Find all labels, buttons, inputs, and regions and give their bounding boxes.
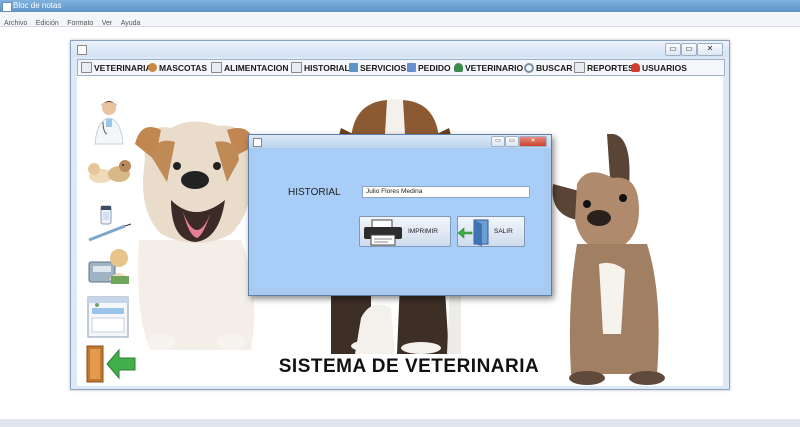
printer-icon — [364, 219, 402, 245]
dialog-close-button[interactable]: ✕ — [519, 136, 547, 147]
notepad-title: Bloc de notas — [13, 1, 62, 10]
bulldog-image — [135, 121, 255, 350]
dialog-maximize-button[interactable]: ▭ — [505, 136, 519, 147]
print-button[interactable]: IMPRIMIR — [359, 216, 451, 247]
dialog-title-bar: ▭ ▭ ✕ — [249, 135, 551, 148]
user-red-icon — [631, 63, 640, 72]
historial-dialog: ▭ ▭ ✕ HISTORIAL IMPRIMIR SALIR — [248, 134, 552, 296]
pets-icon[interactable] — [85, 154, 133, 198]
menu-veterinaria[interactable]: VETERINARIA — [81, 60, 152, 75]
notepad-title-bar: Bloc de notas — [0, 0, 800, 12]
app-title-bar: ▭ ▭ ✕ — [71, 41, 729, 57]
notepad-menubar: Archivo Edición Formato Ver Ayuda — [0, 12, 800, 27]
menu-servicios[interactable]: SERVICIOS — [349, 60, 406, 75]
french-bulldog-image — [552, 134, 665, 385]
patient-name-input[interactable] — [362, 186, 530, 198]
exit-door-icon — [458, 219, 489, 246]
menu-alimentacion[interactable]: ALIMENTACION — [211, 60, 289, 75]
print-button-label: IMPRIMIR — [408, 228, 438, 235]
document-icon — [81, 62, 92, 73]
exit-button[interactable]: SALIR — [457, 216, 525, 247]
dialog-body: HISTORIAL IMPRIMIR SALIR — [254, 149, 544, 289]
menu-reportes[interactable]: REPORTES — [574, 60, 634, 75]
dialog-window-icon — [253, 138, 262, 147]
document-icon — [574, 62, 585, 73]
notepad-icon — [2, 2, 12, 12]
document-icon — [211, 62, 222, 73]
menu-historial[interactable]: HISTORIAL — [291, 60, 350, 75]
clipboard-icon — [407, 63, 416, 72]
document-icon — [291, 62, 302, 73]
menu-pedido[interactable]: PEDIDO — [407, 60, 451, 75]
menu-mascotas[interactable]: MASCOTAS — [148, 60, 207, 75]
menu-veterinario[interactable]: VETERINARIO — [454, 60, 523, 75]
app-window-icon — [77, 45, 87, 55]
close-button[interactable]: ✕ — [697, 43, 723, 56]
app-menubar: VETERINARIA MASCOTAS ALIMENTACION HISTOR… — [77, 59, 725, 76]
menu-usuarios[interactable]: USUARIOS — [631, 60, 687, 75]
system-title: SISTEMA DE VETERINARIA — [278, 356, 540, 377]
tray-icon — [349, 63, 358, 72]
magnifier-icon — [524, 62, 534, 73]
exit-button-label: SALIR — [494, 228, 513, 235]
payment-icon[interactable] — [85, 246, 133, 290]
doctor-icon[interactable] — [85, 98, 133, 145]
historial-label: HISTORIAL — [288, 187, 341, 198]
notepad-status-bar — [0, 419, 800, 427]
dialog-minimize-button[interactable]: ▭ — [491, 136, 505, 147]
paw-icon — [148, 63, 157, 72]
menu-buscar[interactable]: BUSCAR — [524, 60, 572, 75]
vaccine-icon[interactable] — [85, 200, 133, 244]
person-icon — [454, 63, 463, 72]
report-window-icon[interactable] — [85, 294, 133, 338]
maximize-button[interactable]: ▭ — [681, 43, 697, 56]
minimize-button[interactable]: ▭ — [665, 43, 681, 56]
exit-door-icon[interactable] — [85, 344, 136, 388]
